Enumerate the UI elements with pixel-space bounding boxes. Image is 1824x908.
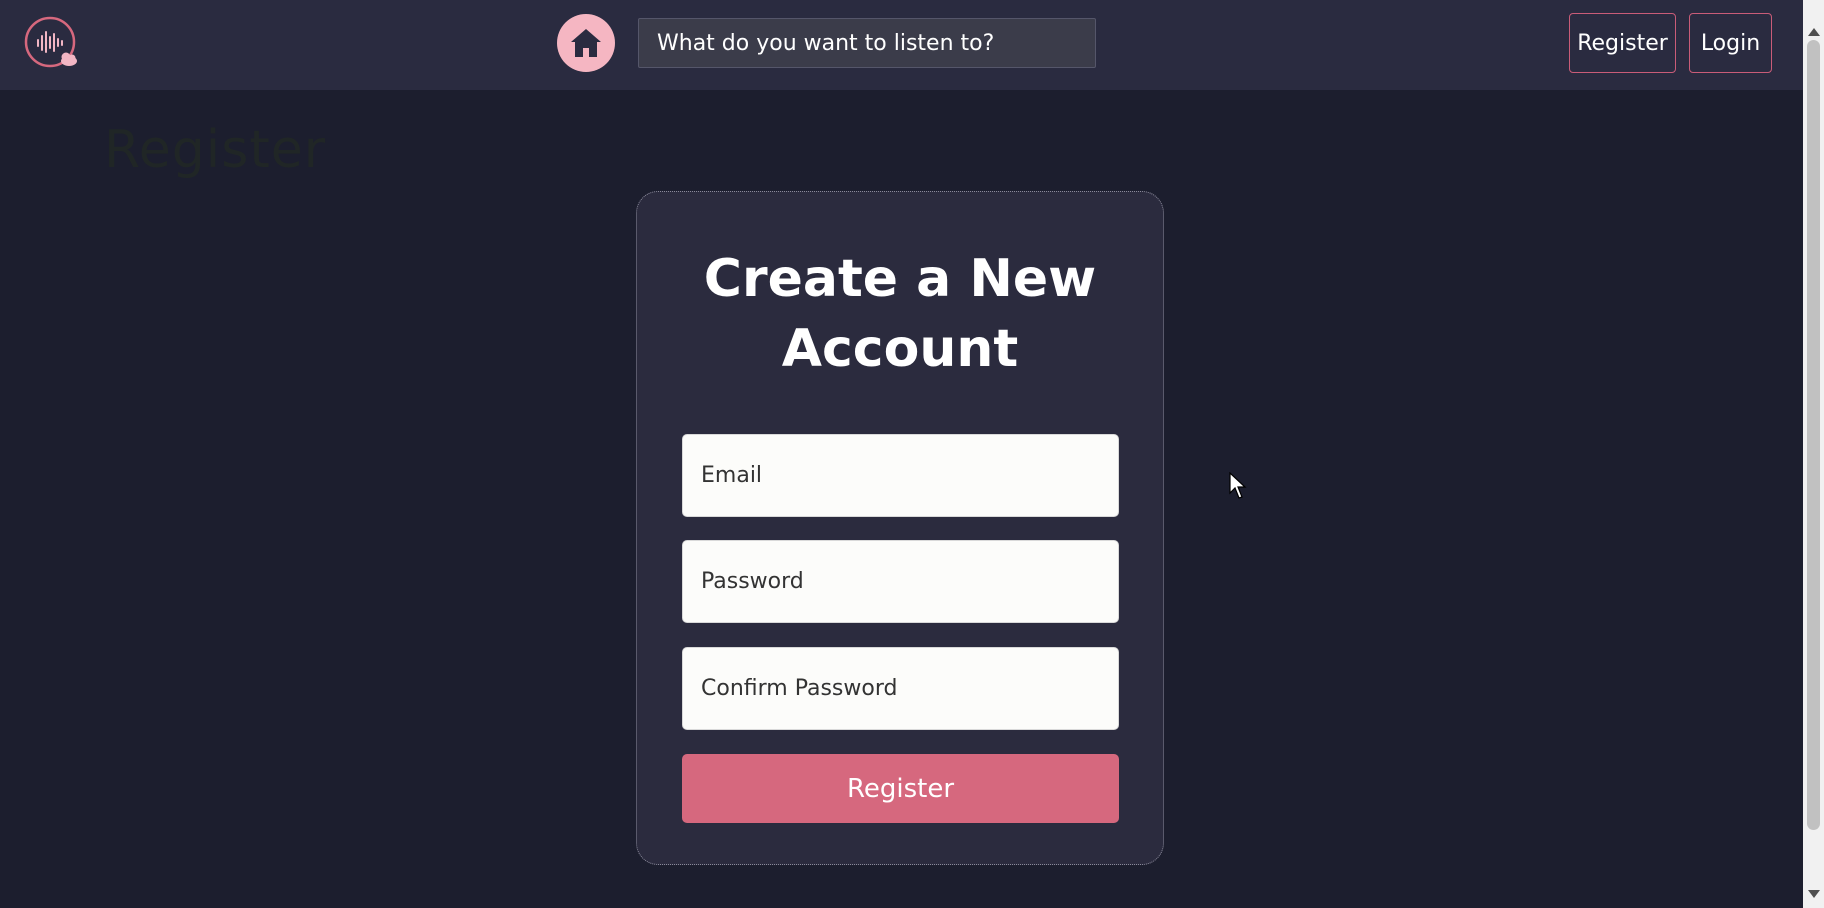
confirm-password-field[interactable] xyxy=(682,647,1119,730)
password-field[interactable] xyxy=(682,540,1119,623)
mouse-cursor-icon xyxy=(1229,471,1247,500)
register-card: Create a New Account Register xyxy=(636,191,1164,865)
nav-register-button[interactable]: Register xyxy=(1569,13,1676,73)
home-button[interactable] xyxy=(557,14,615,72)
sound-wave-cloud-icon[interactable] xyxy=(24,16,78,70)
app-window: Register Login Register Create a New Acc… xyxy=(0,0,1824,908)
home-icon xyxy=(571,29,601,57)
form-title: Create a New Account xyxy=(637,244,1163,384)
top-navbar: Register Login xyxy=(0,0,1803,90)
scroll-up-icon[interactable] xyxy=(1808,28,1820,36)
search-input[interactable] xyxy=(638,18,1096,68)
email-field[interactable] xyxy=(682,434,1119,517)
scroll-down-icon[interactable] xyxy=(1808,890,1820,898)
vertical-scrollbar[interactable] xyxy=(1803,0,1824,908)
page-title: Register xyxy=(104,120,327,180)
form-title-line1: Create a New xyxy=(703,249,1097,309)
nav-login-button[interactable]: Login xyxy=(1689,13,1772,73)
form-title-line2: Account xyxy=(781,319,1019,379)
register-submit-button[interactable]: Register xyxy=(682,754,1119,823)
scrollbar-thumb[interactable] xyxy=(1807,40,1820,830)
